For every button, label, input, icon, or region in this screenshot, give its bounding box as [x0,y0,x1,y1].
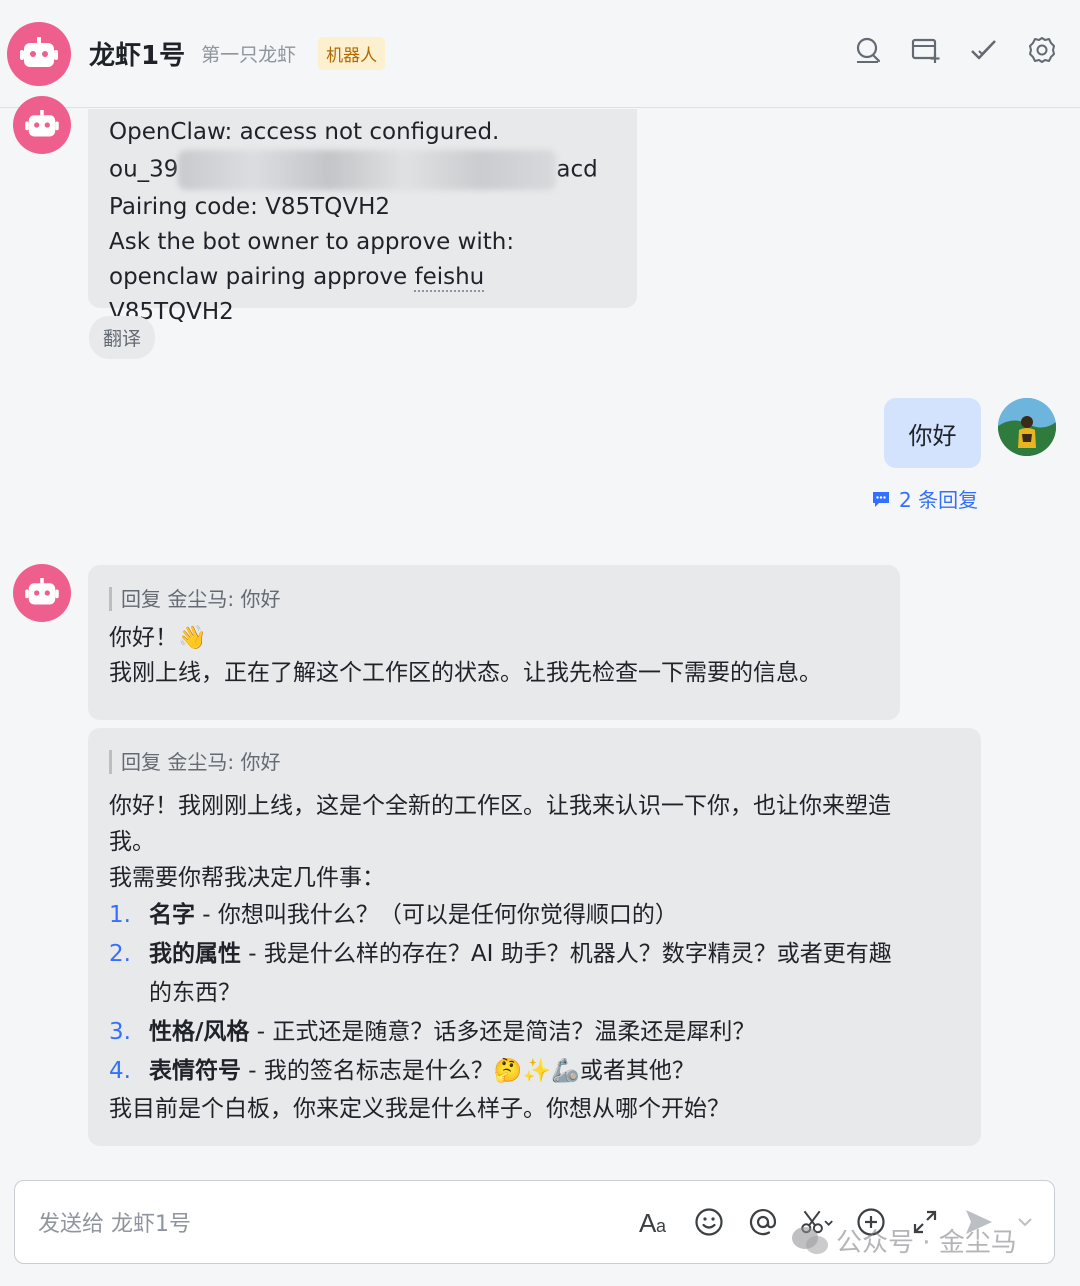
text-format-icon: Aa [639,1208,667,1236]
at-icon [749,1209,777,1236]
svg-text:a: a [656,1216,667,1236]
message-line: ou_39 acd [109,150,616,190]
header-actions [852,34,1058,66]
thread-replies-link[interactable]: 2 条回复 [871,484,978,513]
mention-button[interactable] [746,1205,780,1239]
add-tab-button[interactable] [910,34,942,66]
bot-tag-badge: 机器人 [318,37,386,70]
svg-text:A: A [639,1208,657,1236]
message-line: Ask the bot owner to approve with: [109,229,515,255]
chat-subtitle: 第一只龙虾 [201,44,297,66]
watermark-text: 公众号 · 金尘马 [836,1228,1017,1258]
list-item: 1. 名字 - 你想叫我什么？（可以是任何你觉得顺口的） [109,902,678,928]
chat-title: 龙虾1号 [89,41,186,71]
bot-avatar[interactable] [13,96,71,154]
search-icon [856,37,881,63]
search-button[interactable] [852,34,884,66]
annotated-word[interactable]: feishu [414,264,485,292]
list-item: 3. 性格/风格 - 正式还是随意？话多还是简洁？温柔还是犀利？ [109,1019,756,1045]
robot-icon [25,110,59,137]
emoji-button[interactable] [692,1205,726,1239]
user-message-bubble[interactable]: 你好 [884,398,981,468]
watermark: 公众号 · 金尘马 [790,1222,1017,1259]
settings-button[interactable] [1026,34,1058,66]
message-line: Pairing code: V85TQVH2 [109,194,390,220]
message-bubble[interactable]: OpenClaw: access not configured. ou_39 ac… [88,109,637,325]
bot-avatar[interactable] [7,21,71,86]
message-line: OpenClaw: access not configured. [109,119,500,145]
reply-quote[interactable]: 回复 金尘马: 你好 [109,587,879,611]
format-button[interactable]: Aa [638,1205,672,1239]
wechat-icon [792,1226,828,1254]
checkmark-icon [971,40,996,60]
message-line: openclaw pairing approve feishu V85TQVH2 [109,264,485,325]
message-line: 你好！我刚刚上线，这是个全新的工作区。让我来认识一下你，也让你来塑造 [109,793,891,819]
message-input[interactable]: 发送给 龙虾1号 [38,1206,638,1238]
user-avatar[interactable] [998,398,1056,456]
message-line: 我。 [109,829,155,855]
message-line: 我刚上线，正在了解这个工作区的状态。让我先检查一下需要的信息。 [109,660,822,686]
robot-icon [20,36,58,67]
message-line: 你好！👋 [109,625,207,651]
redacted-text [178,150,557,190]
gear-icon [1029,37,1055,63]
smiley-icon [695,1208,723,1236]
message-line: 我需要你帮我决定几件事： [109,865,385,891]
message-bubble[interactable]: 回复 金尘马: 你好 你好！我刚刚上线，这是个全新的工作区。让我来认识一下你，也… [88,728,981,1146]
user-photo [998,398,1056,456]
message-bubble[interactable]: 回复 金尘马: 你好 你好！👋 我刚上线，正在了解这个工作区的状态。让我先检查一… [88,565,900,720]
list-item: 4. 表情符号 - 我的签名标志是什么？🤔✨🦾或者其他？ [109,1058,695,1084]
translate-button[interactable]: 翻译 [89,316,156,359]
replies-count: 2 条回复 [899,488,979,512]
comment-icon [873,491,889,507]
message-line: 我目前是个白板，你来定义我是什么样子。你想从哪个开始？ [109,1096,730,1122]
reply-quote[interactable]: 回复 金尘马: 你好 [109,750,960,774]
list-item: 2. 我的属性 - 我是什么样的存在？AI 助手？机器人？数字精灵？或者更有趣的… [109,941,892,1006]
send-options-dropdown[interactable] [1016,1205,1034,1239]
chevron-down-icon [1018,1218,1032,1227]
chat-header: 龙虾1号 第一只龙虾 机器人 [0,0,1080,108]
tab-add-icon [911,38,940,63]
robot-icon [25,578,59,605]
tasks-button[interactable] [968,34,1000,66]
bot-avatar[interactable] [13,564,71,622]
